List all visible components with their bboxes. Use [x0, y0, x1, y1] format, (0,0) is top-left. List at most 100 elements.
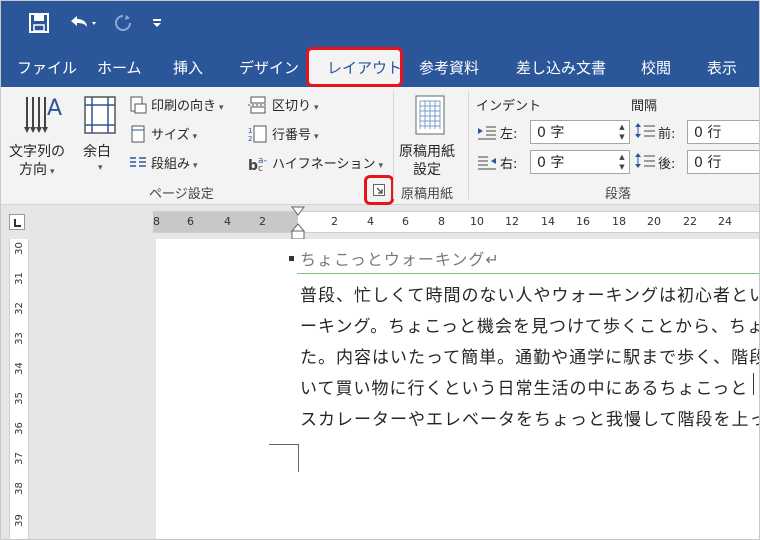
ruler-number: 2: [331, 215, 338, 228]
ruler-number: 38: [13, 482, 25, 495]
ribbon-tabs: ファイル ホーム 挿入 デザイン レイアウト 参考資料 差し込み文書 校閲 表示: [1, 47, 759, 87]
ruler-number: 39: [13, 514, 25, 527]
customize-icon[interactable]: [145, 9, 169, 37]
document-line[interactable]: いて買い物に行くという日常生活の中にあるちょこっと: [300, 374, 748, 399]
genko-settings-label-2: 設定: [413, 162, 441, 178]
size-label: サイズ ▾: [151, 128, 198, 143]
dialog-launcher-icon: [373, 184, 385, 196]
breaks-icon: [248, 96, 268, 114]
title-bar: [1, 1, 759, 47]
indent-right-icon: [478, 156, 496, 170]
breaks-label: 区切り ▾: [272, 99, 319, 114]
ruler-number: 8: [438, 215, 445, 228]
spacing-heading: 間隔: [631, 99, 658, 114]
hyphenation-label: ハイフネーション ▾: [272, 157, 384, 172]
document-line[interactable]: 普段、忙しくて時間のない人やウォーキングは初心者とい: [300, 281, 759, 306]
text-direction-button[interactable]: A 文字列の 方向 ▾: [9, 91, 67, 179]
margins-icon: [84, 96, 116, 134]
line-numbers-icon: 12: [248, 125, 267, 143]
document-line[interactable]: た。内容はいたって簡単。通勤や通学に駅まで歩く、階段: [300, 343, 759, 368]
tab-references[interactable]: 参考資料: [419, 47, 479, 87]
ruler-number: 24: [718, 215, 732, 228]
page-setup-dialog-launcher[interactable]: [364, 175, 394, 205]
ruler-number: 2: [259, 215, 266, 228]
tab-home[interactable]: ホーム: [97, 47, 142, 87]
indent-left-icon: [478, 126, 496, 140]
spacing-after-input[interactable]: 0 行: [687, 150, 759, 174]
ruler-number: 8: [153, 215, 160, 228]
tab-selector[interactable]: [9, 214, 25, 230]
indent-marker[interactable]: [291, 206, 305, 240]
document-line[interactable]: スカレーターやエレベータをちょっと我慢して階段を上っ: [300, 405, 759, 430]
ruler-number: 33: [13, 332, 25, 345]
save-icon[interactable]: [25, 9, 53, 37]
indent-right-input[interactable]: 0 字 ▲ ▼: [530, 150, 630, 174]
ruler-number: 37: [13, 452, 25, 465]
text-direction-label: 文字列の: [9, 144, 65, 160]
svg-text:A: A: [47, 96, 62, 121]
spacing-before-icon: [635, 123, 655, 138]
spin-arrows[interactable]: ▲ ▼: [617, 152, 627, 172]
paragraph-mark-bullet: [289, 256, 294, 261]
ruler-number: 14: [541, 215, 555, 228]
left-tab-icon: [14, 219, 21, 227]
columns-icon: [130, 157, 146, 167]
page-setup-group-label: ページ設定: [149, 187, 214, 202]
paragraph-group-label: 段落: [605, 187, 632, 202]
ruler-number: 4: [224, 215, 231, 228]
spacing-after-label: 後:: [658, 157, 676, 172]
hyphenation-icon: b a-c: [248, 156, 267, 172]
orientation-label: 印刷の向き ▾: [151, 99, 224, 114]
heading-underline: [297, 273, 759, 274]
ruler-number: 6: [187, 215, 194, 228]
undo-icon[interactable]: [63, 9, 103, 37]
ruler-number: 34: [13, 362, 25, 375]
document-heading[interactable]: ちょこっとウォーキング↵: [300, 246, 500, 270]
size-icon: [131, 125, 145, 143]
text-cursor: [753, 373, 754, 395]
svg-text:b: b: [248, 158, 258, 172]
tab-mailings[interactable]: 差し込み文書: [516, 47, 606, 87]
text-direction-icon: A: [24, 96, 62, 133]
horizontal-ruler[interactable]: 8 6 4 2 2 4 6 8 10 12 14 16 18 20 22 24: [153, 211, 759, 233]
genko-settings-label: 原稿用紙: [399, 144, 455, 160]
spacing-before-input[interactable]: 0 行: [687, 120, 759, 144]
tab-view[interactable]: 表示: [707, 47, 737, 87]
margins-button[interactable]: 余白 ▾: [81, 91, 121, 179]
tab-design[interactable]: デザイン: [239, 47, 299, 87]
ruler-number: 4: [367, 215, 374, 228]
indent-left-input[interactable]: 0 字 ▲ ▼: [530, 120, 630, 144]
spin-arrows[interactable]: ▲ ▼: [617, 122, 627, 142]
group-separator: [393, 91, 394, 199]
ruler-number: 31: [13, 272, 25, 285]
spacing-after-icon: [635, 153, 655, 168]
ruler-number: 30: [13, 242, 25, 255]
chevron-down-icon: ▾: [98, 163, 103, 173]
tab-layout[interactable]: レイアウト: [306, 47, 403, 87]
ruler-number: 12: [505, 215, 519, 228]
ruler-number: 22: [683, 215, 697, 228]
vertical-ruler[interactable]: 30 31 32 33 34 35 36 37 38 39: [9, 239, 29, 539]
tab-file[interactable]: ファイル: [17, 47, 77, 87]
word-window: ファイル ホーム 挿入 デザイン レイアウト 参考資料 差し込み文書 校閲 表示…: [0, 0, 760, 540]
redo-icon[interactable]: [109, 9, 137, 37]
group-separator: [468, 91, 469, 199]
tab-review[interactable]: 校閲: [641, 47, 671, 87]
svg-text:2: 2: [248, 135, 252, 143]
line-numbers-label: 行番号 ▾: [272, 128, 319, 143]
ruler-number: 18: [612, 215, 626, 228]
indent-right-label: 右:: [500, 157, 518, 172]
svg-text:1: 1: [248, 127, 252, 135]
ruler-number: 16: [576, 215, 590, 228]
tab-insert[interactable]: 挿入: [173, 47, 203, 87]
svg-text:c: c: [258, 164, 263, 172]
genko-paper-icon: [415, 95, 445, 135]
orientation-icon: [130, 96, 147, 114]
spacing-before-label: 前:: [658, 127, 676, 142]
columns-label: 段組み ▾: [151, 157, 198, 172]
document-line[interactable]: ーキング。ちょこっと機会を見つけて歩くことから、ちょ: [300, 312, 759, 337]
genko-settings-button[interactable]: 原稿用紙 設定: [399, 91, 463, 179]
crop-mark: [269, 444, 299, 445]
ribbon: A 文字列の 方向 ▾ 余白 ▾ 印刷の向き ▾ サイズ ▾ 段組み ▾ 区切り…: [1, 87, 759, 205]
genko-group-label: 原稿用紙: [401, 187, 454, 202]
